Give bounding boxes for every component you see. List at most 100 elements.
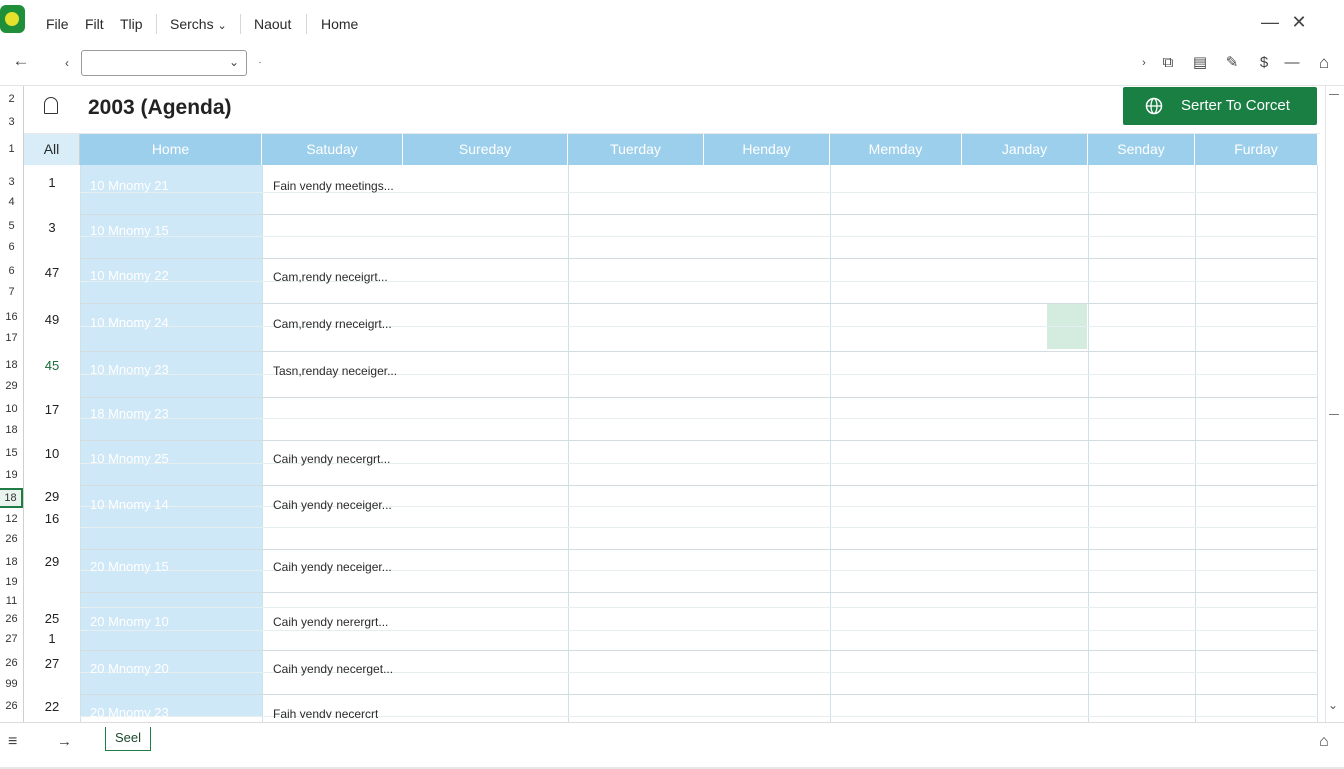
agenda-entry[interactable]: Cam,rendy rneceigrt... [273, 317, 392, 331]
row-header[interactable]: 7 [0, 286, 23, 298]
row-header[interactable]: 19 [0, 576, 23, 588]
row-header[interactable]: 10 [0, 403, 23, 415]
home-icon[interactable]: ⌂ [1313, 52, 1335, 74]
column-header-satuday[interactable]: Satuday [262, 134, 403, 165]
menu-divider [240, 14, 241, 34]
minimize-button[interactable]: — [1260, 12, 1280, 32]
date-label: 20 Mnomy 20 [90, 661, 169, 676]
column-header-furday[interactable]: Furday [1195, 134, 1318, 165]
row-header[interactable]: 11 [0, 595, 23, 607]
row-header[interactable]: 5 [0, 220, 23, 232]
menu-serchs-label: Serchs [170, 16, 214, 32]
agenda-grid: 1 3 47 49 45 17 10 29 16 29 25 1 27 22 1… [24, 165, 1318, 722]
arrow-right-icon[interactable]: → [57, 733, 72, 750]
minus-icon[interactable]: — [1281, 52, 1303, 74]
row-header[interactable]: 17 [0, 332, 23, 344]
column-header-henday[interactable]: Henday [704, 134, 830, 165]
row-header[interactable]: 1 [0, 143, 23, 155]
row-header[interactable]: 99 [0, 678, 23, 690]
pen-icon[interactable]: ✎ [1221, 52, 1243, 74]
row-line [80, 303, 1318, 304]
agenda-entry[interactable]: Caih yendy necergrt... [273, 452, 390, 466]
row-header-active[interactable]: 18 [0, 488, 23, 508]
row-header[interactable]: 27 [0, 633, 23, 645]
chevron-down-icon[interactable]: ⌄ [1328, 698, 1338, 712]
action-button-label: Serter To Corcet [1181, 97, 1290, 114]
row-header[interactable]: 26 [0, 533, 23, 545]
row-header[interactable]: 6 [0, 265, 23, 277]
agenda-entry[interactable]: Fain vendy meetings... [273, 179, 394, 193]
chevron-right-icon[interactable]: › [1133, 52, 1155, 74]
menu-divider [156, 14, 157, 34]
row-line [80, 440, 1318, 441]
column-header-sureday[interactable]: Sureday [403, 134, 568, 165]
agenda-entry[interactable]: Caih yendy necerget... [273, 662, 393, 676]
book-icon[interactable]: ⧉ [1157, 52, 1179, 74]
row-line [80, 463, 1318, 464]
column-divider [830, 165, 831, 722]
row-header[interactable]: 29 [0, 380, 23, 392]
agenda-entry[interactable]: Caih yendy neceiger... [273, 560, 392, 574]
row-header[interactable]: 6 [0, 241, 23, 253]
home-icon[interactable]: ⌂ [1319, 733, 1329, 751]
currency-icon[interactable]: $ [1253, 52, 1275, 74]
date-label: 10 Mnomy 24 [90, 315, 169, 330]
sheet-tab-bar: ≡ → Seel ⌂ [0, 722, 1344, 769]
date-label: 20 Mnomy 23 [90, 705, 169, 717]
row-header-column: 2 3 1 3 4 5 6 6 7 16 17 18 29 10 18 15 1… [0, 86, 24, 722]
menu-filt[interactable]: Filt [85, 16, 104, 32]
calendar-icon[interactable]: ▤ [1189, 52, 1211, 74]
row-number-secondary: 16 [44, 511, 60, 526]
row-header[interactable]: 3 [0, 176, 23, 188]
column-header-janday[interactable]: Janday [962, 134, 1088, 165]
agenda-entry[interactable]: Faih yendy necercrt [273, 707, 378, 718]
sheet-tab[interactable]: Seel [105, 727, 151, 751]
column-header-senday[interactable]: Senday [1088, 134, 1195, 165]
row-header[interactable]: 18 [0, 424, 23, 436]
agenda-entry[interactable]: Cam,rendy neceigrt... [273, 270, 388, 284]
row-header[interactable]: 3 [0, 116, 23, 128]
row-header[interactable]: 12 [0, 513, 23, 525]
row-header[interactable]: 16 [0, 311, 23, 323]
menu-tlip[interactable]: Tlip [120, 16, 143, 32]
menu-home[interactable]: Home [321, 16, 358, 32]
menu-file[interactable]: File [46, 16, 69, 32]
row-header[interactable]: 26 [0, 613, 23, 625]
agenda-entry[interactable]: Tasn,renday neceiger... [273, 364, 397, 378]
row-header[interactable]: 2 [0, 93, 23, 105]
vertical-scrollbar[interactable]: ⌄ [1325, 86, 1342, 722]
row-header[interactable]: 18 [0, 556, 23, 568]
column-header-row: All Home Satuday Sureday Tuerday Henday … [24, 134, 1318, 165]
action-button[interactable]: Serter To Corcet [1123, 87, 1317, 125]
menu-naout[interactable]: Naout [254, 16, 291, 32]
column-header-home[interactable]: Home [80, 134, 262, 165]
globe-icon [1145, 97, 1163, 115]
row-header[interactable]: 26 [0, 700, 23, 712]
app-logo [0, 5, 25, 33]
column-header-memday[interactable]: Memday [830, 134, 962, 165]
row-line [80, 650, 1318, 651]
address-dropdown[interactable]: ⌄ [81, 50, 247, 76]
menu-icon[interactable]: ≡ [8, 733, 17, 751]
scroll-up-icon[interactable] [1329, 94, 1339, 95]
row-header[interactable]: 4 [0, 196, 23, 208]
row-number: 1 [48, 175, 56, 190]
column-header-tuerday[interactable]: Tuerday [568, 134, 704, 165]
row-line [80, 374, 1318, 375]
menu-serchs[interactable]: Serchs ⌄ [170, 16, 227, 32]
column-header-all[interactable]: All [24, 134, 80, 165]
row-header[interactable]: 15 [0, 447, 23, 459]
row-line [80, 236, 1318, 237]
row-line [80, 549, 1318, 550]
chevron-left-icon[interactable]: ‹ [56, 52, 78, 74]
scroll-thumb[interactable] [1329, 414, 1339, 415]
agenda-entry[interactable]: Caih yendy nerergrt... [273, 615, 388, 629]
row-header[interactable]: 19 [0, 469, 23, 481]
agenda-entry[interactable]: Caih yendy neceiger... [273, 498, 392, 512]
row-header[interactable]: 26 [0, 657, 23, 669]
row-header[interactable]: 18 [0, 359, 23, 371]
sheet-area: 2 3 1 3 4 5 6 6 7 16 17 18 29 10 18 15 1… [0, 86, 1344, 722]
column-divider [80, 165, 81, 722]
back-arrow-icon[interactable]: ← [10, 50, 32, 72]
close-button[interactable]: ✕ [1289, 12, 1309, 32]
